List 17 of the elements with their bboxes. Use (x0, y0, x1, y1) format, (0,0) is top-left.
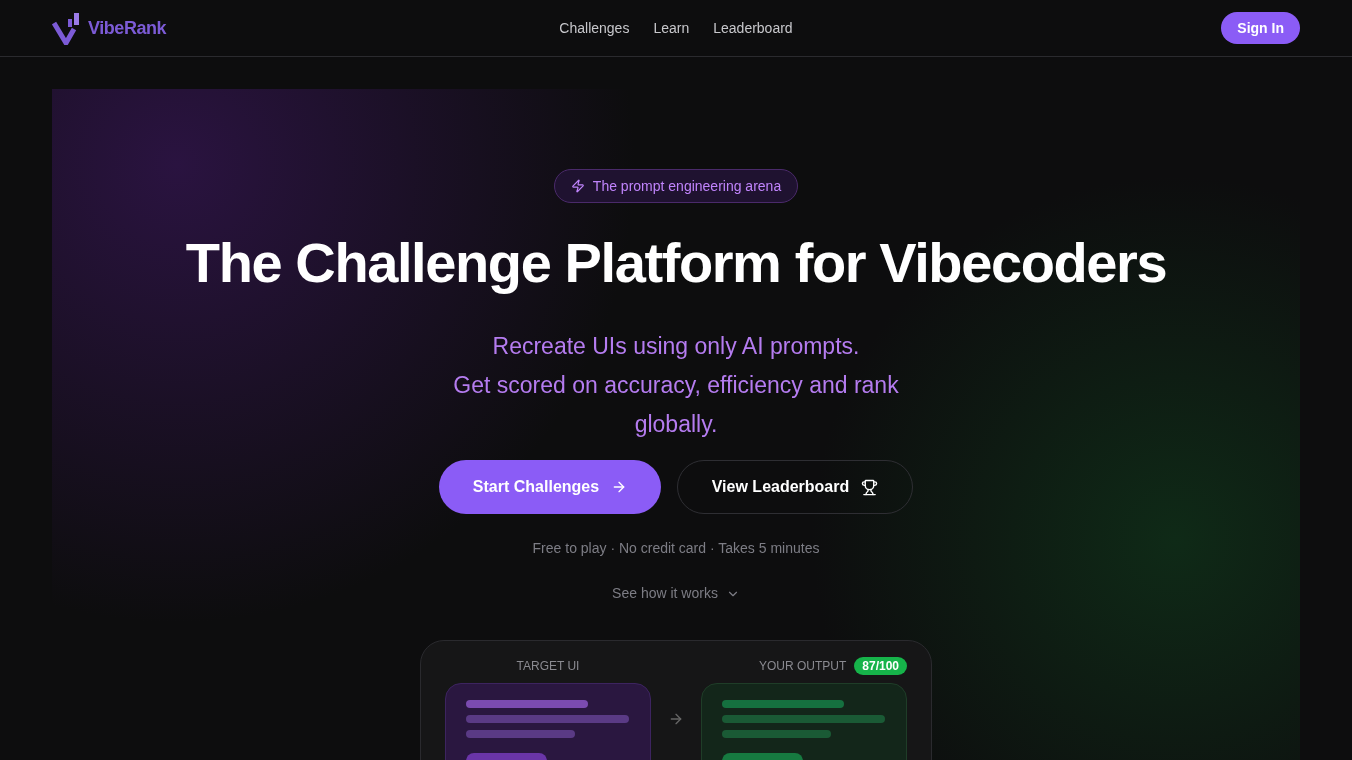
target-label: TARGET UI (515, 658, 581, 675)
lightning-icon (570, 179, 585, 193)
start-challenges-button[interactable]: Start Challenges (439, 460, 661, 514)
nav-link[interactable]: Leaderboard (713, 17, 793, 39)
sign-in-button[interactable]: Sign In (1221, 12, 1300, 44)
hero-note: Free to play · No credit card · Takes 5 minutes (532, 539, 820, 558)
nav-link[interactable]: Challenges (559, 17, 630, 39)
nav-link[interactable]: Learn (653, 17, 690, 39)
hero-subtitle: Recreate UIs using only AI prompts. (492, 332, 860, 361)
arrow-right-icon (668, 711, 684, 727)
badge-text: The prompt engineering arena (592, 176, 782, 196)
see-how-link[interactable]: See how it works (612, 583, 740, 604)
hero-subtitle: Get scored on accuracy, efficiency and rank globally. (452, 371, 900, 439)
output-label: YOUR OUTPUT (758, 658, 847, 675)
trophy-icon (861, 478, 879, 496)
brand-name: VibeRank (88, 16, 167, 40)
score-badge: 87/100 (854, 657, 907, 675)
